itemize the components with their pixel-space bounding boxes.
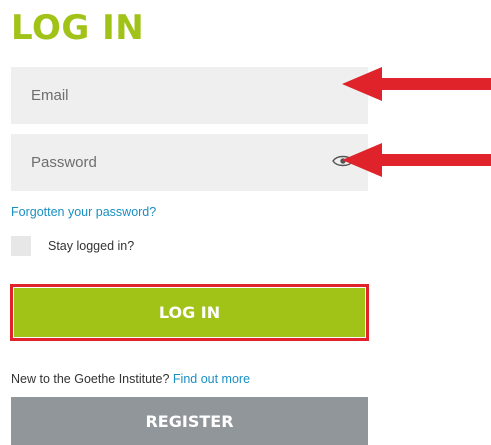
arrow-left-icon [342, 67, 491, 101]
new-to-goethe-text: New to the Goethe Institute? Find out mo… [11, 372, 250, 386]
password-field[interactable] [11, 134, 368, 191]
stay-logged-in-label: Stay logged in? [48, 239, 135, 253]
new-to-label: New to the Goethe Institute? [11, 372, 170, 386]
email-field[interactable] [11, 67, 368, 124]
register-button[interactable]: REGISTER [11, 397, 368, 445]
stay-logged-in-checkbox[interactable] [11, 236, 31, 256]
password-input[interactable] [11, 134, 368, 191]
forgot-password-link[interactable]: Forgotten your password? [11, 205, 156, 219]
arrow-left-icon [342, 143, 491, 177]
page-title: LOG IN [11, 8, 145, 48]
login-button[interactable]: LOG IN [14, 288, 365, 337]
find-out-more-link[interactable]: Find out more [173, 372, 250, 386]
email-input[interactable] [11, 67, 368, 124]
